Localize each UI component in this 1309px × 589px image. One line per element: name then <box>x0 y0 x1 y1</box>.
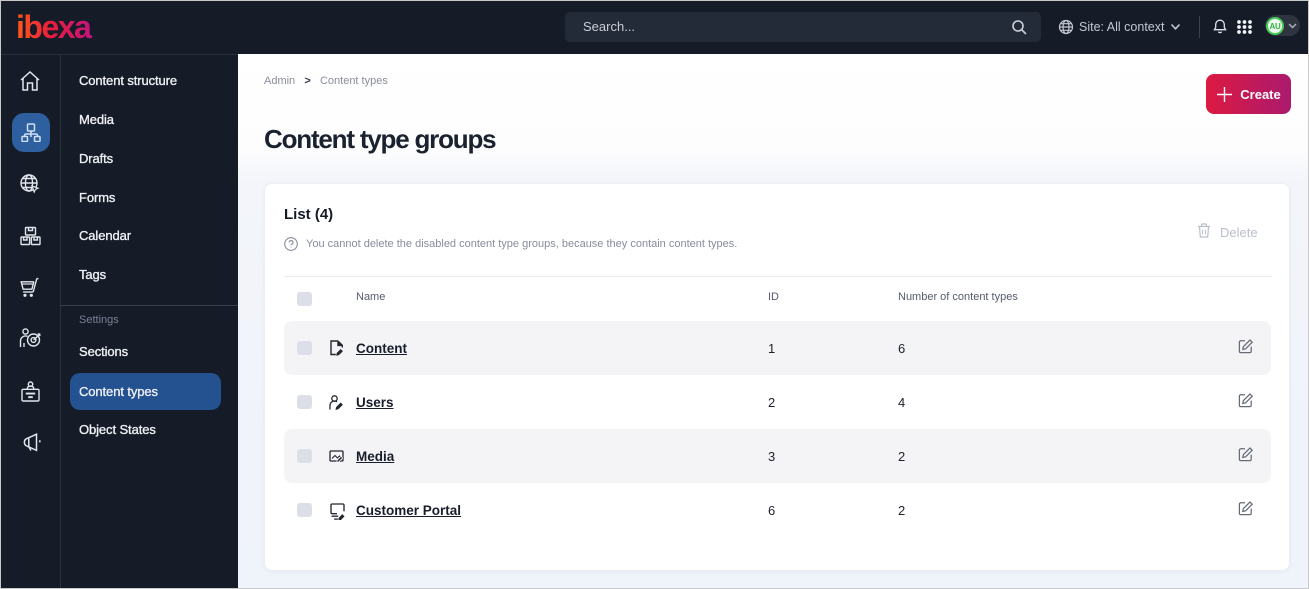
svg-text:ibexa: ibexa <box>16 9 92 45</box>
